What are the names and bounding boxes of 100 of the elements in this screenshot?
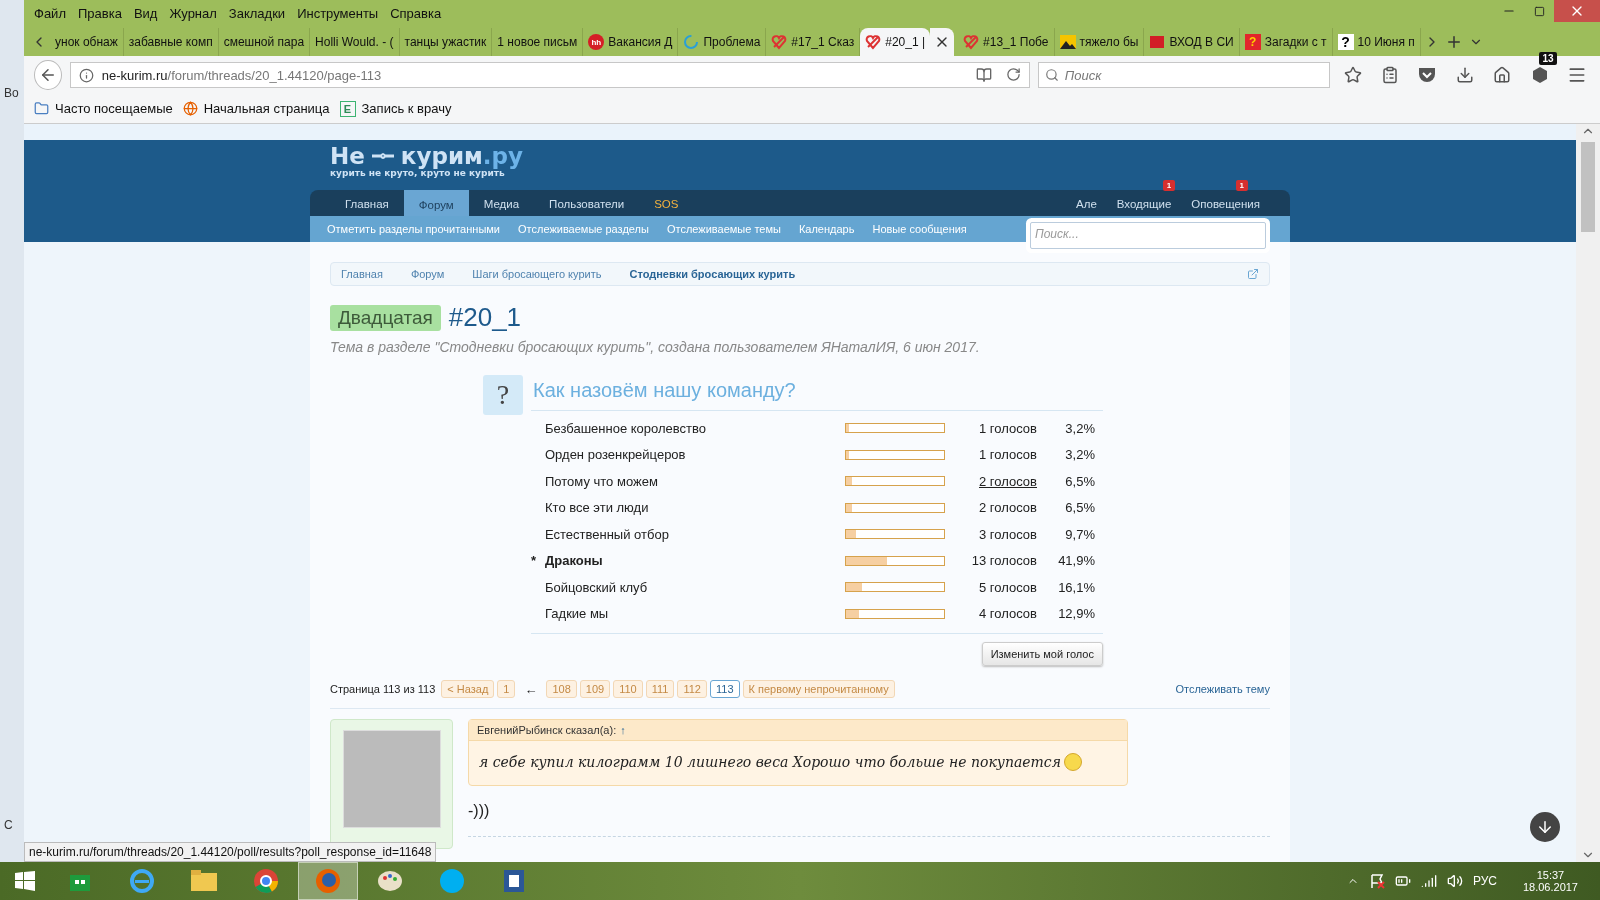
folder-icon (190, 869, 218, 893)
volume-icon[interactable] (1446, 873, 1463, 889)
search-field[interactable]: Поиск (1037, 62, 1330, 88)
bookmark-link[interactable]: Начальная страница (182, 101, 330, 116)
thread-meta: Тема в разделе "Стодневки бросающих курить", создана пользователем ЯНаталИЯ, 6 июн 2017. (330, 339, 981, 355)
nav-link[interactable]: Але (1066, 192, 1107, 216)
flag-icon[interactable] (1368, 873, 1385, 889)
taskbar-app[interactable] (298, 862, 358, 900)
scrollbar-thumb[interactable] (1581, 142, 1595, 232)
page-gap: ← (523, 681, 539, 697)
count-badge: 1 (1235, 180, 1248, 191)
notification-badge: 13 (1539, 52, 1557, 65)
addon-icon[interactable] (1530, 66, 1549, 84)
vote-percent: 41,9% (1057, 553, 1095, 569)
browser-e-icon (129, 868, 155, 894)
poll-question: Как назовём нашу команду? (531, 375, 1103, 411)
nav-tab[interactable]: Медиа (468, 192, 535, 216)
reload-icon[interactable] (1005, 67, 1021, 82)
thread-title: #20_1 (448, 302, 522, 333)
info-icon[interactable] (78, 67, 94, 83)
globe-icon (182, 101, 198, 116)
menu-item[interactable]: Вид (127, 5, 164, 21)
quote-author: ЕвгенийРыбинск сказал(а): (477, 724, 617, 736)
nav-tab[interactable]: Форум (403, 190, 469, 216)
nav-tab[interactable]: Пользователи (534, 192, 640, 216)
signal-icon[interactable] (1420, 873, 1437, 889)
nav-tab[interactable]: Главная (330, 192, 404, 216)
vote-percent: 3,2% (1064, 420, 1095, 436)
menu-item[interactable]: Инструменты (291, 5, 385, 21)
menu-item[interactable]: Правка (71, 5, 128, 21)
poll-option: Потому что можем (545, 473, 845, 489)
post-text: -))) (468, 802, 491, 820)
count-badge: 1 (1162, 180, 1176, 191)
poll-option: Бойцовский клуб (545, 579, 845, 595)
vote-percent: 3,2% (1064, 447, 1095, 463)
vote-percent: 9,7% (1064, 526, 1095, 542)
site-icon: E (339, 100, 356, 117)
page-link[interactable]: 113 (709, 680, 740, 698)
battery-icon[interactable] (1394, 873, 1411, 889)
skype-icon (439, 868, 465, 894)
watch-thread-link[interactable]: Отслеживать тему (1175, 683, 1270, 695)
firefox-icon (315, 868, 341, 894)
quote-jump-link[interactable]: ↑ (620, 724, 626, 736)
document-icon (501, 868, 527, 894)
window-fragment-text: С (4, 818, 14, 832)
menu-item[interactable]: Файл (28, 5, 72, 21)
window-fragment-text: Во (4, 86, 20, 100)
vote-count-link[interactable]: 13 голосов (945, 553, 1037, 569)
folder-icon (34, 101, 49, 116)
site-tagline: курить не круто, круто не курить (330, 168, 505, 178)
change-vote-button[interactable]: Изменить мой голос (981, 642, 1103, 666)
maximize-icon[interactable] (1533, 5, 1545, 17)
breadcrumb-link[interactable]: Стодневки бросающих курить (629, 268, 824, 280)
menu-item[interactable]: Справка (384, 5, 448, 21)
vote-percent: 6,5% (1064, 473, 1095, 489)
heart-icon (963, 34, 980, 50)
poll-option: Безбашенное королевство (545, 420, 845, 436)
page-indicator: Страница 113 из 113 (330, 683, 436, 695)
vote-marker: * (531, 553, 537, 569)
nav-tab[interactable]: SOS (639, 192, 694, 216)
thread-prefix: Двадцатая (330, 304, 441, 331)
search-icon (1044, 68, 1059, 82)
quote-text: я себе купил килограмм 10 лишнего веса Хорошо что больше не покупается (479, 754, 1061, 770)
question-icon: ? (483, 375, 523, 415)
vote-count-link[interactable]: 2 голосов (945, 473, 1037, 489)
palette-icon (377, 869, 403, 893)
browser-tab[interactable]: #20_1 | (860, 28, 931, 56)
vote-count-link[interactable]: 4 голосов (945, 606, 1037, 622)
site-icon: hh (588, 34, 605, 50)
breadcrumb-link[interactable]: Главная (341, 268, 411, 280)
breadcrumb-link[interactable]: Форум (410, 268, 473, 280)
menu-item[interactable]: Журнал (163, 5, 223, 21)
vote-count-link[interactable]: 3 голосов (945, 526, 1037, 542)
chrome-icon (253, 868, 279, 894)
clock[interactable]: 15:37 18.06.2017 (1522, 869, 1578, 893)
back-button[interactable] (34, 60, 62, 90)
poll-option: Орден розенкрейцеров (545, 447, 845, 463)
vote-count-link[interactable]: 2 голосов (945, 500, 1037, 516)
vote-percent: 16,1% (1057, 579, 1095, 595)
vote-percent: 12,9% (1057, 606, 1095, 622)
heart-icon (771, 34, 788, 50)
poll-option: Гадкие мы (545, 606, 845, 622)
status-url: ne-kurim.ru/forum/threads/20_1.44120/poll/results?poll_response_id=11648 (24, 842, 437, 862)
cigarette-icon (370, 151, 395, 161)
language-indicator[interactable]: РУС (1472, 874, 1497, 888)
vote-count-link[interactable]: 1 голосов (945, 447, 1037, 463)
breadcrumb-link[interactable]: Шаги бросающего курить (472, 268, 630, 280)
site-logo[interactable]: Не курим.ру (330, 144, 1290, 168)
bookmark-link[interactable]: Часто посещаемые (34, 101, 173, 116)
loading-icon (683, 34, 700, 50)
arrow-down-icon (1536, 818, 1554, 836)
bookmark-link[interactable]: E Запись к врачу (339, 100, 452, 117)
address-field[interactable]: ne-kurim.ru/forum/threads/20_1.44120/page-113 (69, 62, 1030, 88)
heart-icon (865, 34, 882, 50)
reader-view-icon[interactable] (975, 67, 992, 83)
site-icon: ? (1244, 34, 1261, 50)
vote-count-link[interactable]: 1 голосов (945, 420, 1037, 436)
menu-item[interactable]: Закладки (222, 5, 292, 21)
vote-count-link[interactable]: 5 голосов (945, 579, 1037, 595)
vote-percent: 6,5% (1064, 500, 1095, 516)
